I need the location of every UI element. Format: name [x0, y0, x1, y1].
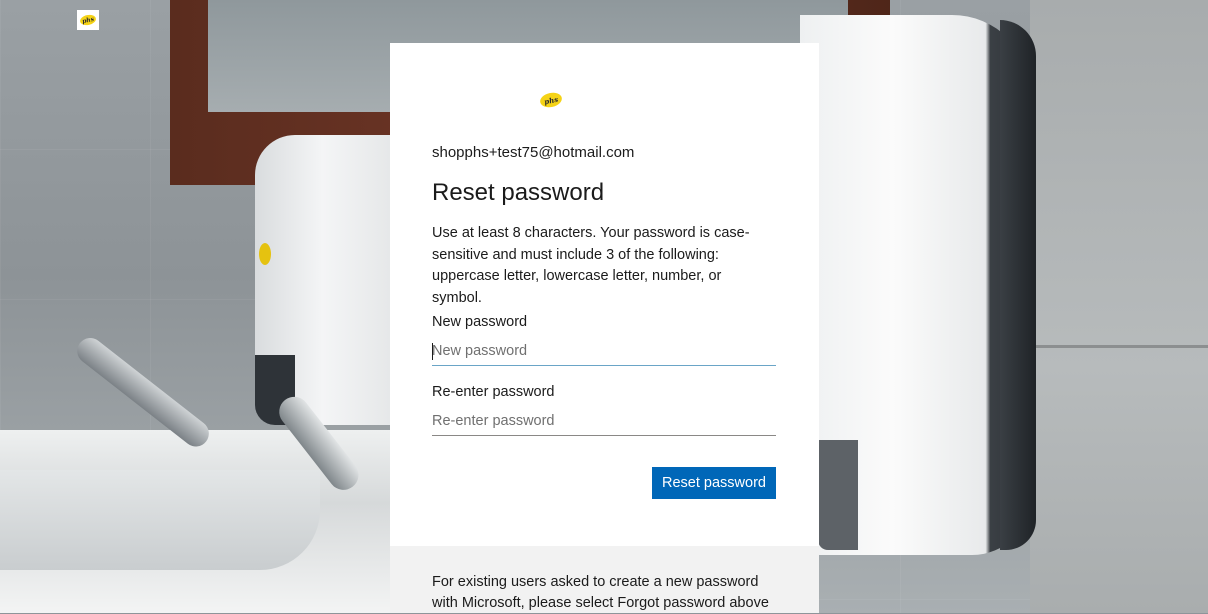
new-password-input[interactable] [432, 336, 776, 366]
card-footer: For existing users asked to create a new… [390, 546, 819, 613]
text-caret [432, 343, 433, 360]
sink-bowl [0, 470, 320, 570]
phs-logo-text: phs [81, 15, 95, 25]
new-password-label: New password [432, 314, 528, 330]
phs-logo-text: phs [543, 94, 559, 106]
reset-password-button[interactable]: Reset password [652, 467, 776, 499]
banner-logo: phs [77, 10, 99, 30]
password-requirements: Use at least 8 characters. Your password… [432, 225, 750, 306]
hand-dryer-right-base [818, 440, 858, 550]
footer-note: For existing users asked to create a new… [432, 574, 769, 611]
hand-dryer-left-logo [259, 243, 271, 265]
reset-password-card: phs shopphs+test75@hotmail.com Reset pas… [390, 43, 819, 613]
reenter-password-label: Re-enter password [432, 384, 555, 400]
page-title: Reset password [432, 179, 605, 206]
hand-dryer-right-edge [1000, 20, 1036, 550]
phs-logo-icon: phs [538, 90, 564, 110]
account-email: shopphs+test75@hotmail.com [432, 144, 635, 161]
card-logo: phs [538, 90, 564, 110]
right-wall [1030, 0, 1208, 613]
tile-line [1030, 345, 1208, 348]
reenter-password-input[interactable] [432, 406, 776, 436]
phs-logo-icon: phs [79, 13, 97, 27]
